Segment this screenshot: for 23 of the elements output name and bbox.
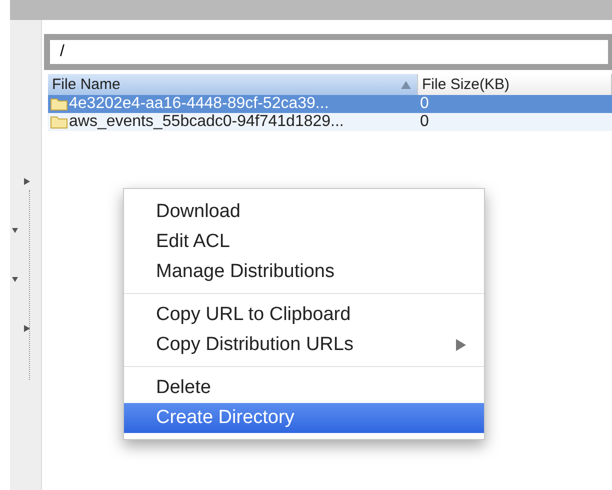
menu-item[interactable]: Create Directory [124, 403, 484, 433]
column-header[interactable]: File Name [48, 74, 418, 95]
column-header[interactable]: File Size(KB) [418, 74, 612, 95]
file-size: 0 [420, 95, 429, 113]
path-field[interactable]: / [50, 40, 608, 64]
submenu-arrow-icon [456, 339, 466, 351]
menu-item[interactable]: Download [124, 197, 484, 227]
folder-icon [50, 97, 68, 111]
sort-arrow-icon [401, 80, 411, 88]
menu-item[interactable]: Edit ACL [124, 227, 484, 257]
menu-item[interactable]: Manage Distributions [124, 257, 484, 287]
expanded-arrow-icon[interactable] [12, 276, 18, 283]
file-name: 4e3202e4-aa16-4448-89cf-52ca39... [69, 95, 329, 113]
menu-item[interactable]: Delete [124, 373, 484, 403]
menu-item[interactable]: Copy Distribution URLs [124, 330, 484, 360]
menu-item[interactable]: Copy URL to Clipboard [124, 300, 484, 330]
collapsed-arrow-icon[interactable] [24, 178, 30, 185]
folder-icon [50, 115, 68, 129]
collapsed-arrow-icon[interactable] [24, 325, 30, 332]
table-row[interactable]: aws_events_55bcadc0-94f741d1829... 0 [48, 113, 612, 131]
file-size: 0 [420, 113, 429, 131]
expanded-arrow-icon[interactable] [12, 227, 18, 234]
file-name: aws_events_55bcadc0-94f741d1829... [69, 113, 344, 131]
